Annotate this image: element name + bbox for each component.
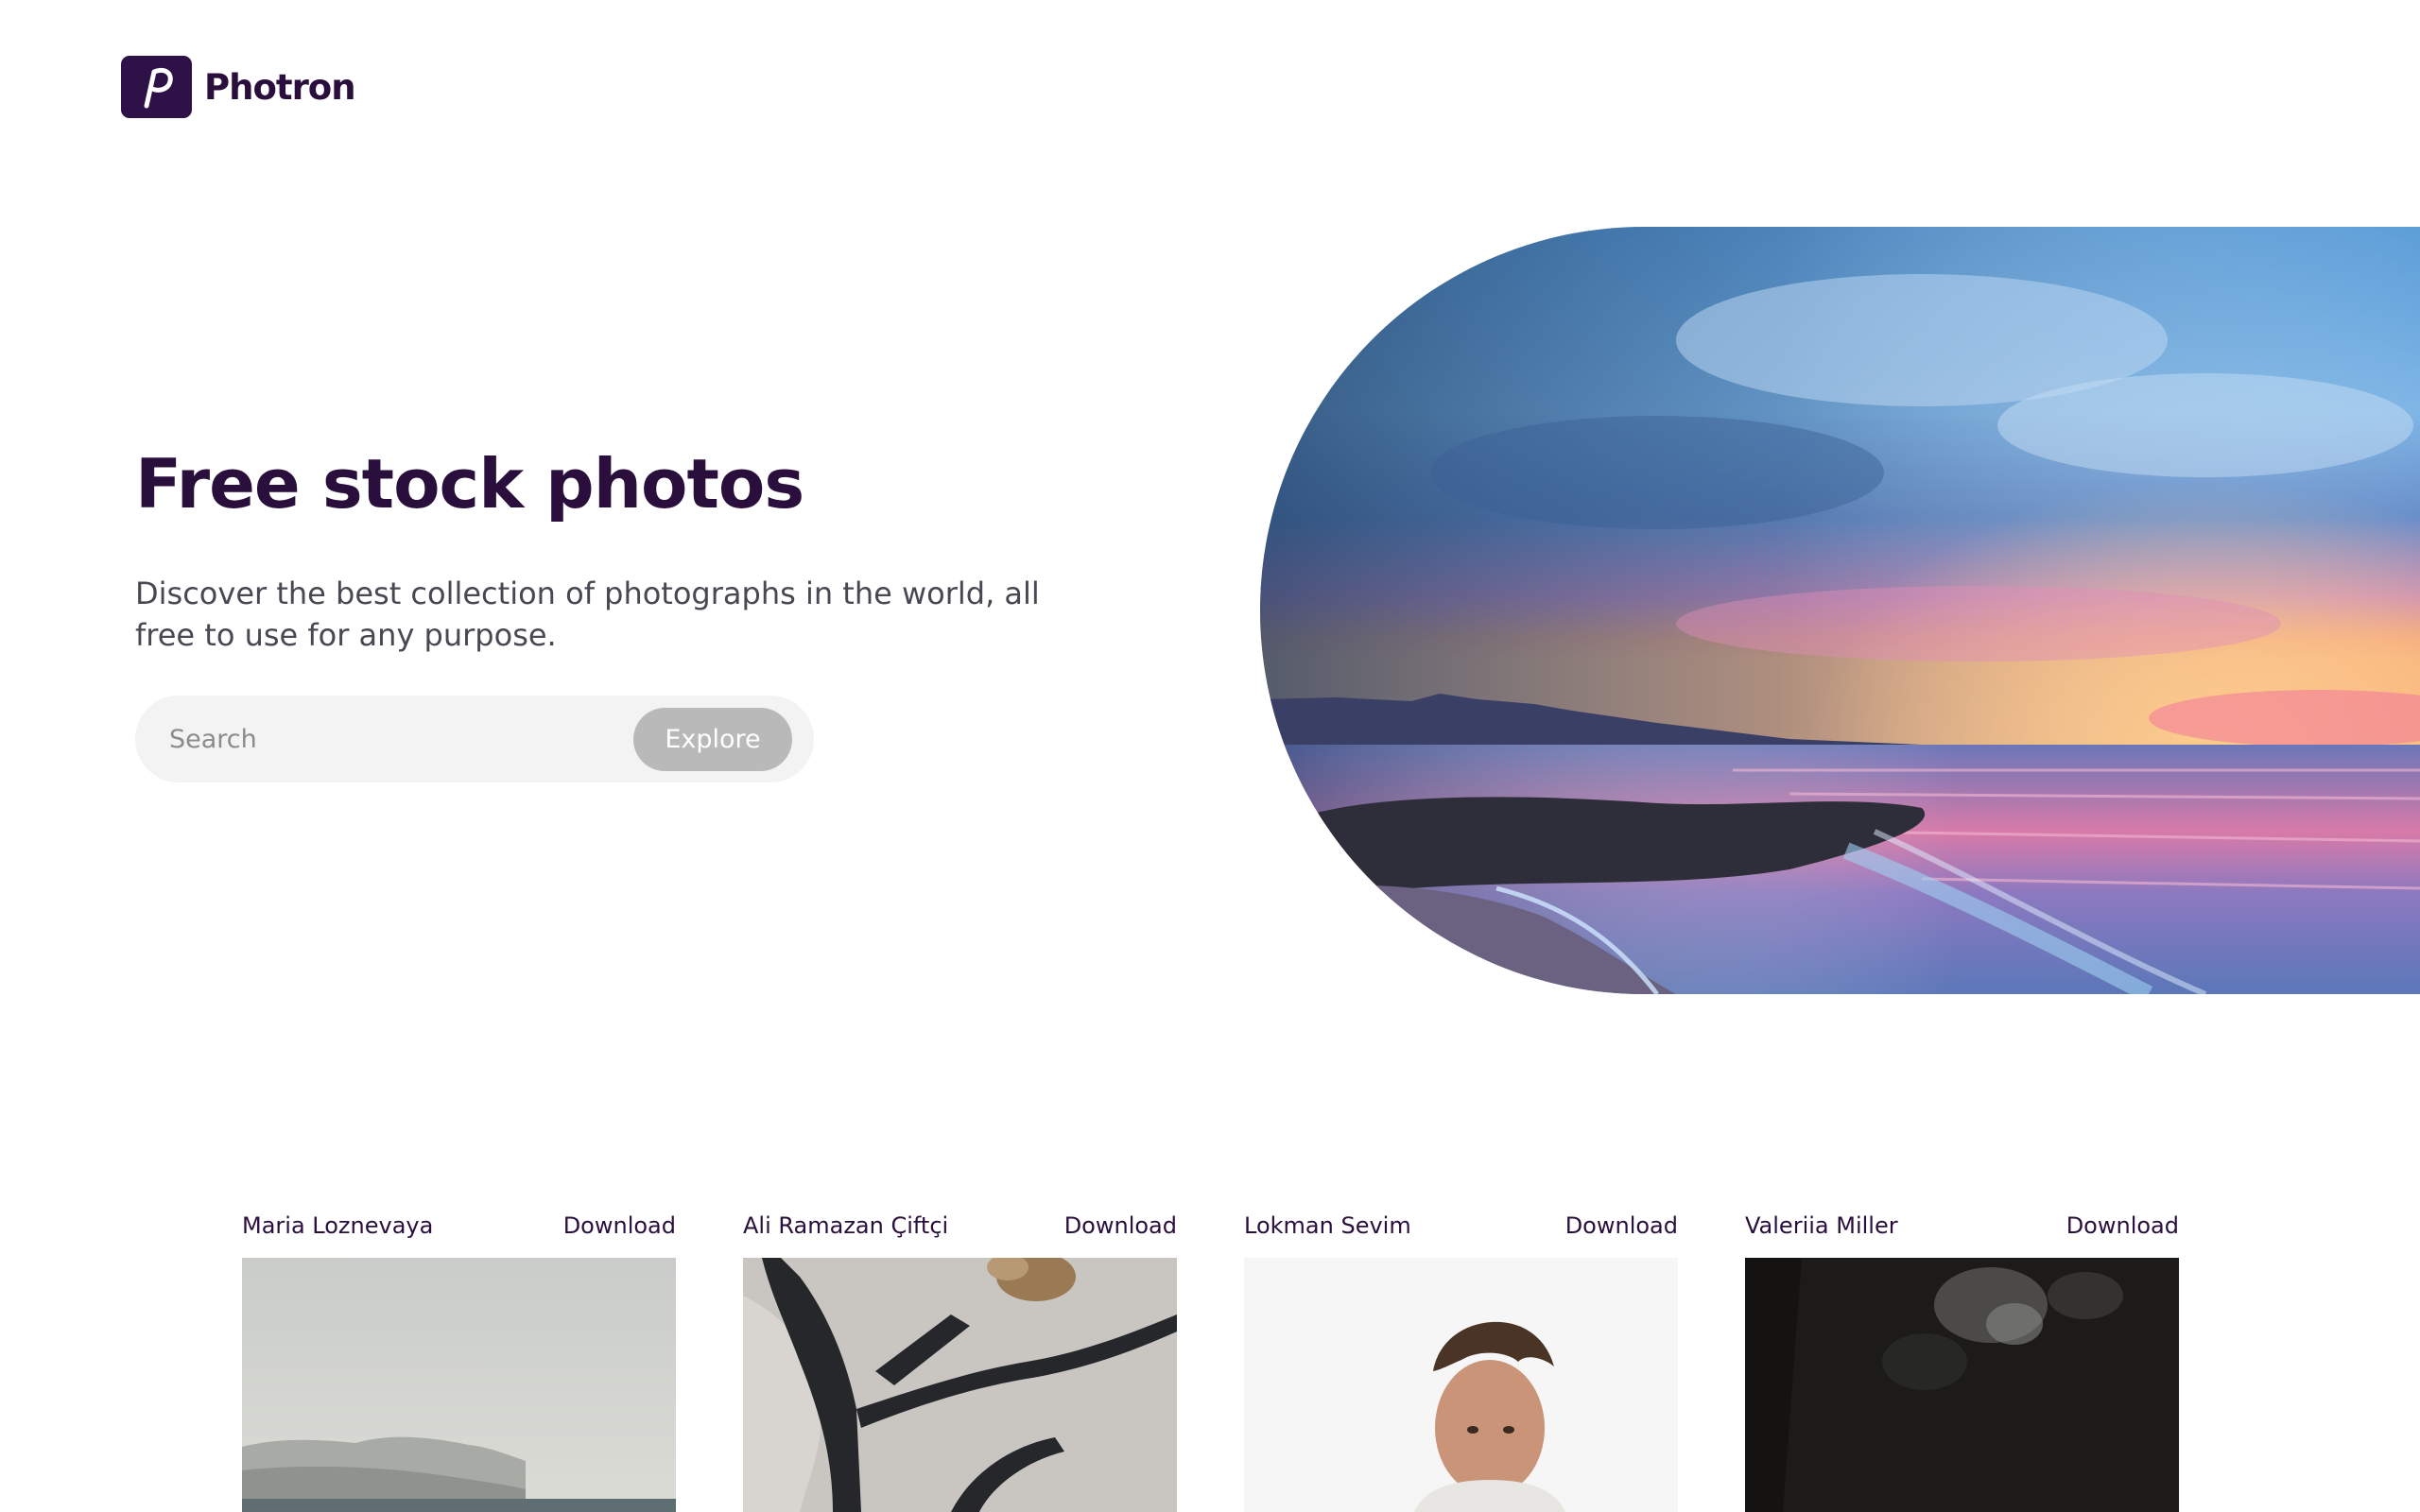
photo-author[interactable]: Lokman Sevim	[1244, 1212, 1411, 1239]
search-bar: Explore	[135, 696, 814, 782]
brand-name: Photron	[204, 66, 356, 108]
explore-button[interactable]: Explore	[633, 708, 792, 771]
misty-hills-photo-icon	[242, 1258, 676, 1512]
hero-subtitle: Discover the best collection of photogra…	[135, 576, 1040, 653]
photo-thumbnail[interactable]	[242, 1258, 676, 1512]
photo-card: Lokman Sevim Download	[1244, 1212, 1678, 1512]
brand-logo[interactable]: Photron	[121, 56, 356, 118]
photo-thumbnail[interactable]	[743, 1258, 1177, 1512]
download-link[interactable]: Download	[2066, 1212, 2179, 1239]
logo-mark-icon	[121, 56, 192, 118]
seascape-sunset-photo-icon	[1260, 227, 2420, 994]
cracked-pavement-photo-icon	[743, 1258, 1177, 1512]
photo-card: Ali Ramazan Çiftçi Download	[743, 1212, 1177, 1512]
dark-foliage-photo-icon	[1745, 1258, 2179, 1512]
hero-image	[1260, 227, 2420, 994]
photo-card: Valeriia Miller Download	[1745, 1212, 2179, 1512]
photo-card: Maria Loznevaya Download	[242, 1212, 676, 1512]
photo-thumbnail[interactable]	[1745, 1258, 2179, 1512]
download-link[interactable]: Download	[563, 1212, 676, 1239]
photo-thumbnail[interactable]	[1244, 1258, 1678, 1512]
portrait-photo-icon	[1244, 1258, 1678, 1512]
photo-author[interactable]: Valeriia Miller	[1745, 1212, 1898, 1239]
download-link[interactable]: Download	[1064, 1212, 1177, 1239]
photo-author[interactable]: Maria Loznevaya	[242, 1212, 433, 1239]
download-link[interactable]: Download	[1565, 1212, 1678, 1239]
photo-author[interactable]: Ali Ramazan Çiftçi	[743, 1212, 948, 1239]
hero-title: Free stock photos	[135, 444, 804, 524]
